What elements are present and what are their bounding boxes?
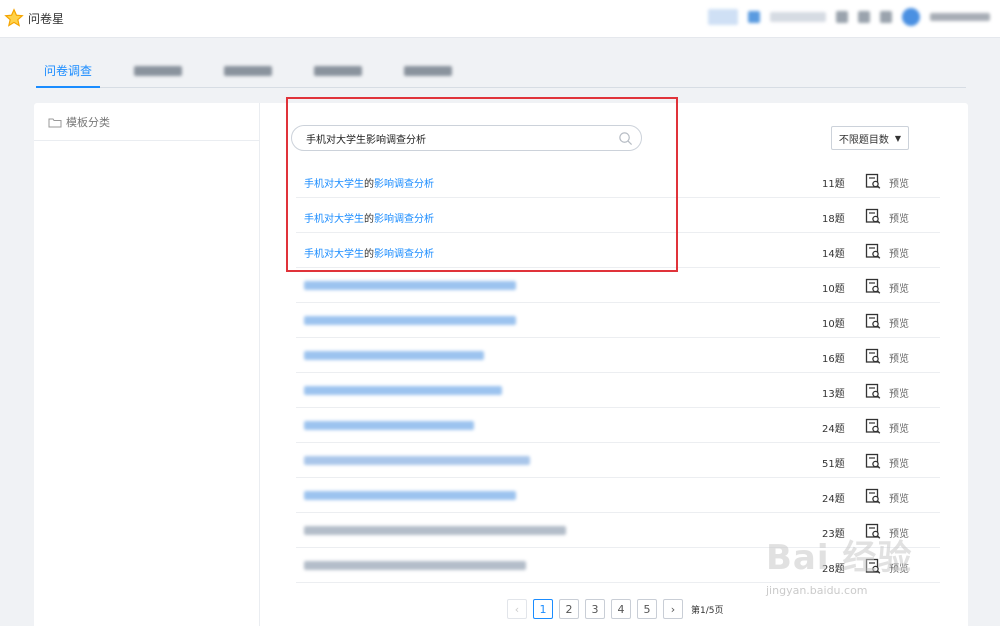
question-count: 13题	[822, 389, 845, 400]
page-button[interactable]: 5	[637, 599, 657, 619]
question-count: 24题	[822, 494, 845, 505]
preview-icon[interactable]	[865, 383, 881, 399]
list-item[interactable]: 16题 预览	[296, 338, 940, 373]
folder-icon	[48, 118, 62, 127]
pagination: ‹ 1 2 3 4 5 › 第1/5页	[507, 599, 724, 619]
highlight-box	[286, 97, 678, 272]
list-item[interactable]: 10题 预览	[296, 268, 940, 303]
template-category-header[interactable]: 模板分类	[34, 103, 259, 141]
logo[interactable]: 问卷星	[4, 8, 64, 28]
question-count-filter[interactable]: 不限题目数 ▼	[831, 126, 909, 150]
result-title-blurred[interactable]	[304, 281, 516, 290]
page-button[interactable]: 4	[611, 599, 631, 619]
question-count: 51题	[822, 459, 845, 470]
tab-blurred-3[interactable]	[306, 58, 370, 88]
top-right-toolbar	[708, 8, 990, 26]
question-count: 11题	[822, 179, 845, 190]
list-item[interactable]: 10题 预览	[296, 303, 940, 338]
dropdown-arrow-icon: ▼	[894, 133, 902, 143]
list-item[interactable]: 24题 预览	[296, 408, 940, 443]
template-category-label: 模板分类	[66, 115, 110, 129]
tab-blurred-2[interactable]	[216, 58, 280, 88]
list-item[interactable]: 13题 预览	[296, 373, 940, 408]
preview-link[interactable]: 预览	[889, 280, 909, 295]
top-bar: 问卷星	[0, 0, 1000, 38]
question-count: 14题	[822, 249, 845, 260]
top-action-button[interactable]	[708, 9, 738, 25]
username[interactable]	[930, 13, 990, 21]
result-title-blurred[interactable]	[304, 526, 566, 535]
preview-link[interactable]: 预览	[889, 490, 909, 505]
result-title-blurred[interactable]	[304, 421, 474, 430]
list-item[interactable]: 24题 预览	[296, 478, 940, 513]
category-tabs: 问卷调查	[36, 58, 966, 88]
question-count: 24题	[822, 424, 845, 435]
preview-icon[interactable]	[865, 453, 881, 469]
page-info: 第1/5页	[691, 605, 724, 616]
avatar[interactable]	[902, 8, 920, 26]
page-button[interactable]: 3	[585, 599, 605, 619]
preview-icon[interactable]	[865, 173, 881, 189]
result-title-blurred[interactable]	[304, 351, 484, 360]
prev-page-button[interactable]: ‹	[507, 599, 527, 619]
page-button[interactable]: 1	[533, 599, 553, 619]
preview-icon[interactable]	[865, 348, 881, 364]
star-logo-icon	[4, 8, 24, 27]
preview-link[interactable]: 预览	[889, 385, 909, 400]
result-title-blurred[interactable]	[304, 456, 530, 465]
toolbar-icon[interactable]	[836, 11, 848, 23]
result-title-blurred[interactable]	[304, 316, 516, 325]
top-link[interactable]	[770, 12, 826, 22]
result-title-blurred[interactable]	[304, 561, 526, 570]
preview-icon[interactable]	[865, 488, 881, 504]
preview-link[interactable]: 预览	[889, 245, 909, 260]
question-count: 16题	[822, 354, 845, 365]
preview-link[interactable]: 预览	[889, 420, 909, 435]
result-title-blurred[interactable]	[304, 491, 516, 500]
notification-icon[interactable]	[880, 11, 892, 23]
tab-blurred-4[interactable]	[396, 58, 460, 88]
watermark-url: jingyan.baidu.com	[766, 584, 868, 597]
watermark-brand: Bai 经验	[766, 538, 913, 578]
preview-link[interactable]: 预览	[889, 210, 909, 225]
list-item[interactable]: 51题 预览	[296, 443, 940, 478]
preview-link[interactable]: 预览	[889, 350, 909, 365]
user-center-icon[interactable]	[748, 11, 760, 23]
next-page-button[interactable]: ›	[663, 599, 683, 619]
preview-link[interactable]: 预览	[889, 455, 909, 470]
baidu-watermark: Bai 经验 jingyan.baidu.com	[762, 520, 962, 610]
page-button[interactable]: 2	[559, 599, 579, 619]
tab-survey[interactable]: 问卷调查	[36, 58, 101, 88]
question-count: 10题	[822, 284, 845, 295]
result-title-blurred[interactable]	[304, 386, 502, 395]
preview-icon[interactable]	[865, 208, 881, 224]
preview-link[interactable]: 预览	[889, 175, 909, 190]
preview-icon[interactable]	[865, 418, 881, 434]
preview-icon[interactable]	[865, 278, 881, 294]
preview-link[interactable]: 预览	[889, 315, 909, 330]
question-count: 10题	[822, 319, 845, 330]
filter-label: 不限题目数	[838, 134, 889, 146]
message-icon[interactable]	[858, 11, 870, 23]
preview-icon[interactable]	[865, 313, 881, 329]
tab-blurred-1[interactable]	[126, 58, 190, 88]
template-sidebar: 模板分类	[34, 103, 260, 626]
question-count: 18题	[822, 214, 845, 225]
preview-icon[interactable]	[865, 243, 881, 259]
logo-text: 问卷星	[28, 11, 65, 26]
